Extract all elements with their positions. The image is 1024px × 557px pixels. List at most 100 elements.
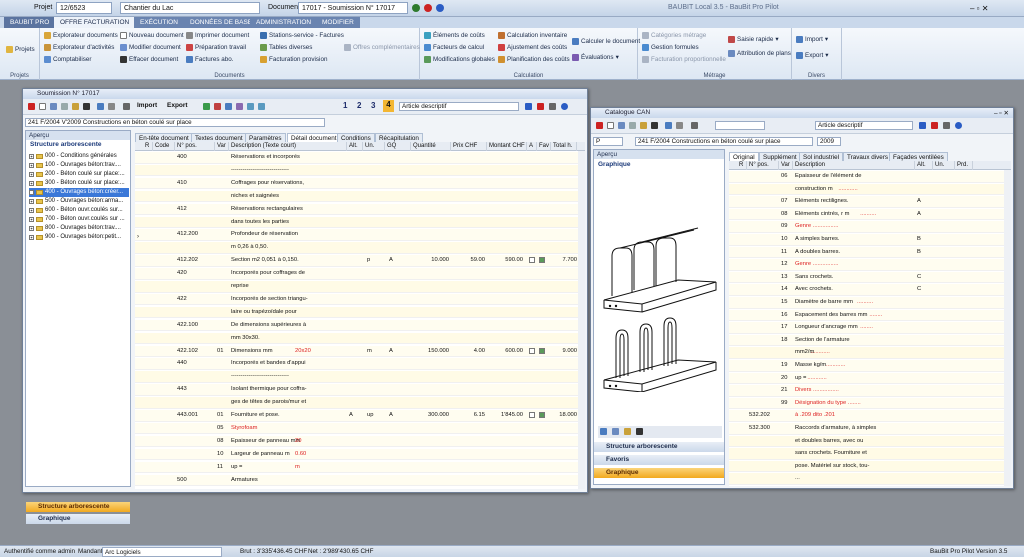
table-row[interactable]: 13 Sans crochets. C [729,271,1011,284]
explorateur-documents-button[interactable]: Explorateur documents [44,32,118,39]
col-gq[interactable]: GQ [385,142,411,151]
tree-node[interactable]: +000 - Conditions générales [29,152,129,161]
tab-detail-document[interactable]: Détail document [287,133,341,142]
search-field[interactable] [715,121,765,130]
table-icon[interactable] [943,122,950,129]
categories-metrage-button[interactable]: Catégories métrage [642,32,706,39]
sort-icon[interactable] [236,103,243,110]
col-a[interactable]: A [527,142,537,151]
tab-parametres[interactable]: Paramètres [245,133,286,142]
col-description[interactable]: Description [793,161,915,170]
table-row[interactable]: 15 Diamètre de barre mm .......... [729,297,1011,309]
tree-node[interactable]: +200 - Béton coulé sur place:... [29,170,129,179]
table-row[interactable]: 08 Epaisseur de panneau mm 20 [135,435,585,448]
table-row[interactable]: 21 Divers ................ [729,385,1011,397]
tab-donnees-de-base[interactable]: DONNÉES DE BASE [184,17,259,28]
fav-icon[interactable] [539,257,545,264]
vertical-scrollbar[interactable] [578,151,585,489]
table-row[interactable]: 07 Eléments rectilignes. A [729,196,1011,208]
col-prd[interactable]: Prd. [955,161,973,170]
calculer-document-button[interactable]: Calculer le document [572,38,640,45]
offres-complementaires-button[interactable]: Offres complémentaires [344,44,420,51]
elements-couts-button[interactable]: Éléments de coûts [424,32,485,39]
table-row[interactable]: 500 Armatures [135,474,585,487]
tab-en-tete-document[interactable]: En-tête document [135,133,193,142]
document-field[interactable]: 17017 - Soumission N° 17017 [298,2,408,14]
new-icon[interactable] [39,103,46,110]
col-total[interactable]: Total h. [551,142,577,151]
mandant-field[interactable]: Arc Logiciels [102,547,222,557]
col-montant[interactable]: Montant CHF [487,142,527,151]
tab-sol-industriel[interactable]: Sol industriel [799,152,844,161]
nav-graphique[interactable]: Graphique [26,514,130,524]
table-row[interactable]: 443.001 01 Fourniture et pose. Aup A 300.000 6… [135,410,585,422]
p-select[interactable]: P [593,137,623,146]
copy-icon[interactable] [629,122,636,129]
table-row[interactable]: ------------------------------ [135,371,585,383]
tab-administration[interactable]: ADMINISTRATION [250,17,318,28]
tab-supplement[interactable]: Supplément [759,152,801,161]
table-row[interactable]: 412.202 Section m2 0,051 à 0,150. p A 10.000… [135,255,585,267]
tree-node[interactable]: +600 - Béton ouvr.coulés sur... [29,206,129,215]
catalogue-path-select[interactable]: 241 F/2004 Constructions en béton coulé … [635,137,813,146]
description-mode-select[interactable]: Article descriptif [815,121,913,130]
nav-graphique[interactable]: Graphique [594,468,724,478]
copy-image-icon[interactable] [612,428,619,435]
import-button[interactable]: Import ▾ [796,36,828,43]
tab-textes-document[interactable]: Textes document [191,133,247,142]
table-row[interactable]: niches et saignées [135,190,585,203]
table-row[interactable]: pose. Matériel sur stock, tou- [729,460,1011,473]
table-row[interactable]: 440 Incorporés et bandes d'appui [135,358,585,370]
chantier-field[interactable]: Chantier du Lac [120,2,260,14]
table-row[interactable]: 16 Espacement des barres mm ........ [729,309,1011,322]
col-un[interactable]: Un. [363,142,385,151]
delete-icon[interactable] [83,103,90,110]
col-fav[interactable]: Fav [537,142,551,151]
saisie-rapide-button[interactable]: Saisie rapide ▾ [728,36,779,43]
stations-service-button[interactable]: Stations-service - Factures [260,32,344,39]
table-row[interactable]: 14 Avec crochets. C [729,284,1011,296]
page-3-button[interactable]: 3 [371,101,375,110]
table-row[interactable]: 412 Réservations rectangulaires [135,203,585,216]
col-pos[interactable]: N° pos. [747,161,779,170]
table-row[interactable]: 09 Genre ................ [729,221,1011,233]
tree-node[interactable]: +700 - Béton ouvr.coulés sur ... [29,215,129,224]
stop-icon[interactable] [424,4,432,12]
col-alt[interactable]: Alt. [347,142,363,151]
col-un[interactable]: Un. [933,161,955,170]
calculation-inventaire-button[interactable]: Calculation inventaire [498,32,567,39]
checkbox-icon[interactable] [529,257,535,264]
info-icon[interactable] [436,4,444,12]
arrow-down-icon[interactable] [258,103,265,110]
evaluations-button[interactable]: Évaluations ▾ [572,54,619,61]
fav-icon[interactable] [539,412,545,418]
tab-modifier[interactable]: MODIFIER [316,17,360,28]
filter-icon[interactable] [108,103,115,110]
table-row[interactable]: 420 Incorporés pour coffrages de [135,268,585,280]
nav-favoris[interactable]: Favoris [594,455,724,465]
table-icon[interactable] [549,103,556,110]
table-row[interactable]: ... [729,473,1011,485]
table-row[interactable]: 11 A doubles barres. B [729,246,1011,259]
table-row[interactable]: 06 Epaisseur de l'élément de [729,171,1011,183]
table-row[interactable]: m 0,26 à 0,50. [135,242,585,254]
save-icon[interactable] [618,122,625,129]
tables-diverses-button[interactable]: Tables diverses [260,44,312,51]
col-quantite[interactable]: Quantité [411,142,451,151]
table-row[interactable]: reprise [135,281,585,293]
preparation-travail-button[interactable]: Préparation travail [186,44,246,51]
tree-node-selected[interactable]: +400 - Ouvrages béton:créer... [29,188,129,197]
modifier-document-button[interactable]: Modifier document [120,44,181,51]
nouveau-document-button[interactable]: Nouveau document [120,32,184,39]
table-row[interactable]: ------------------------------ [135,164,585,177]
tab-recapitulation[interactable]: Récapitulation [375,133,423,142]
info-icon[interactable] [561,103,568,110]
tab-travaux-divers[interactable]: Travaux divers [843,152,893,161]
cancel-icon[interactable] [931,122,938,129]
fav-icon[interactable] [539,347,545,354]
col-alt[interactable]: Alt. [915,161,933,170]
year-select[interactable]: 2009 [817,137,841,146]
window-controls[interactable]: – ▫ ✕ [970,4,988,13]
tree-node[interactable]: +100 - Ouvrages béton:trav.... [29,161,129,170]
col-description[interactable]: Description (Texte court) [229,142,347,151]
